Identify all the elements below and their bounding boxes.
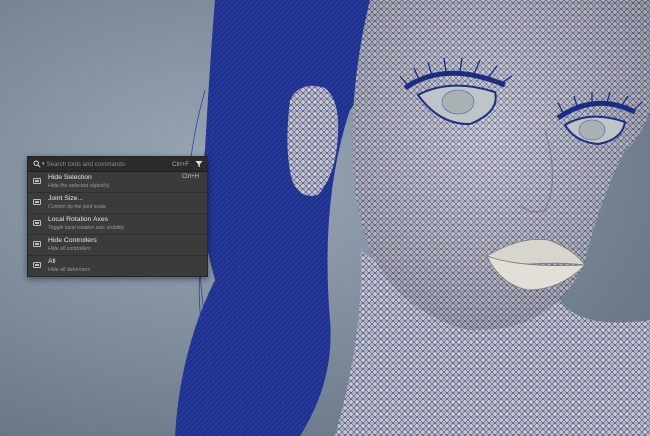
result-title: Joint Size...: [48, 195, 84, 202]
result-title: All: [48, 258, 56, 265]
result-title: Local Rotation Axes: [48, 216, 109, 223]
result-local-rotation-axes[interactable]: Local Rotation Axes Toggle local rotatio…: [28, 214, 207, 235]
result-hide-controllers[interactable]: Hide Controllers Hide all controllers: [28, 235, 207, 256]
search-bar[interactable]: ▾ Search tools and commands Ctrl+F: [28, 157, 207, 172]
menu-command-icon: [33, 241, 41, 247]
result-description: Hide all deformers: [48, 267, 91, 273]
menu-command-icon: [33, 178, 41, 184]
menu-command-icon: [33, 220, 41, 226]
result-description: Custom tip the joint scale: [48, 204, 106, 210]
result-description: Hide all controllers: [48, 246, 91, 252]
result-title: Hide Controllers: [48, 237, 97, 244]
funnel-icon[interactable]: [194, 160, 203, 169]
search-input[interactable]: Search tools and commands: [47, 161, 172, 168]
result-hotkey: Ctrl+H: [181, 174, 199, 180]
result-description: Toggle local rotation axis visibility: [48, 225, 125, 231]
result-hide-selection[interactable]: Hide Selection Hide the selected object(…: [28, 172, 207, 193]
chevron-down-icon[interactable]: ▾: [42, 161, 45, 167]
result-title: Hide Selection: [48, 174, 92, 181]
result-description: Hide the selected object(s): [48, 183, 110, 189]
menu-command-icon: [33, 262, 41, 268]
menu-command-icon: [33, 199, 41, 205]
search-shortcut: Ctrl+F: [171, 160, 189, 168]
result-joint-size[interactable]: Joint Size... Custom tip the joint scale: [28, 193, 207, 214]
result-all[interactable]: All Hide all deformers: [28, 256, 207, 276]
magnifier-icon[interactable]: [32, 159, 42, 169]
command-search-popup: ▾ Search tools and commands Ctrl+F Hide …: [27, 156, 208, 277]
